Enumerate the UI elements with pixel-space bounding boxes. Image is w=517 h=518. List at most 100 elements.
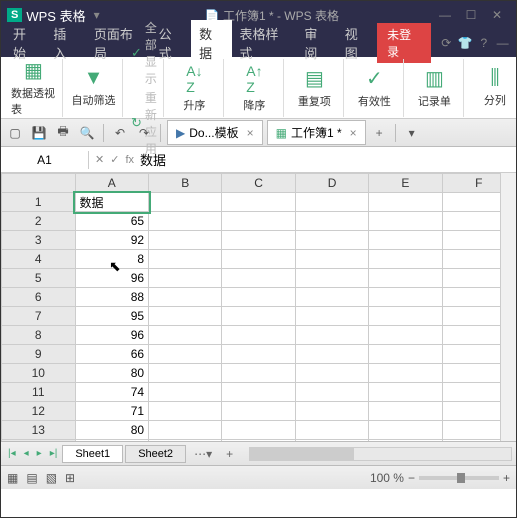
sheet-tab-1[interactable]: Sheet1 [62,445,123,463]
zoom-out-icon[interactable]: − [408,471,415,485]
maximize-icon[interactable]: ☐ [458,8,484,22]
sort-asc-button[interactable]: A↓Z 升序 [166,59,224,117]
doc-tab-template[interactable]: ▶Do...模板× [167,120,263,145]
cell[interactable] [295,421,368,440]
cell[interactable]: 80 [75,421,149,440]
cell[interactable] [149,345,222,364]
row-header[interactable]: 7 [2,307,76,326]
cell[interactable] [149,288,222,307]
undo-icon[interactable]: ↶ [110,123,130,143]
cell[interactable] [222,383,295,402]
login-button[interactable]: 未登录 [377,23,431,63]
cell[interactable] [222,440,295,442]
close-tab-icon[interactable]: × [247,126,254,140]
cell[interactable]: 80 [75,364,149,383]
close-icon[interactable]: ✕ [484,8,510,22]
cell[interactable] [149,364,222,383]
autofilter-button[interactable]: ▼ 自动筛选 [65,59,123,117]
add-sheet-button[interactable]: + [220,447,239,461]
cell[interactable]: 8 [75,250,149,269]
cell[interactable]: 66 [75,345,149,364]
cell[interactable] [369,212,442,231]
sort-desc-button[interactable]: A↑Z 降序 [226,59,284,117]
cell[interactable] [295,193,368,212]
cell[interactable] [149,250,222,269]
row-header[interactable]: 10 [2,364,76,383]
pivot-table-button[interactable]: ▦ 数据透视表 [5,59,63,117]
save-icon[interactable]: 💾 [29,123,49,143]
last-sheet-icon[interactable]: ▸| [47,448,61,459]
cell[interactable]: 数据 [75,193,149,212]
row-header[interactable]: 11 [2,383,76,402]
redo-icon[interactable]: ↷ [134,123,154,143]
cell[interactable] [149,326,222,345]
minimize-icon[interactable]: — [432,8,458,22]
cell[interactable] [149,193,222,212]
cell[interactable] [295,364,368,383]
col-header[interactable]: E [369,174,442,193]
cell[interactable] [295,212,368,231]
cell[interactable] [295,383,368,402]
row-header[interactable]: 6 [2,288,76,307]
cell[interactable] [369,383,442,402]
row-header[interactable]: 9 [2,345,76,364]
cell[interactable] [222,250,295,269]
add-tab-button[interactable]: + [370,124,389,142]
first-sheet-icon[interactable]: |◂ [5,448,19,459]
cell[interactable] [369,288,442,307]
cancel-icon[interactable]: ✕ [95,153,104,166]
col-header[interactable]: D [295,174,368,193]
cell[interactable] [369,250,442,269]
row-header[interactable]: 3 [2,231,76,250]
name-box[interactable]: A1 [1,151,89,169]
cell[interactable]: 95 [75,307,149,326]
select-all-corner[interactable] [2,174,76,193]
spreadsheet-grid[interactable]: A B C D E F 1数据2653924859668879589696610… [1,173,516,441]
cell[interactable] [295,440,368,442]
cell[interactable] [222,326,295,345]
formula-bar[interactable]: 数据 [140,150,166,169]
row-header[interactable]: 13 [2,421,76,440]
sheet-tab-2[interactable]: Sheet2 [125,445,186,463]
cell[interactable] [222,364,295,383]
cell[interactable] [369,307,442,326]
cell[interactable] [222,402,295,421]
duplicates-button[interactable]: ▤ 重复项 [286,59,344,117]
row-header[interactable]: 12 [2,402,76,421]
cell[interactable] [369,421,442,440]
cell[interactable] [222,421,295,440]
new-icon[interactable]: ▢ [5,123,25,143]
view-reading-icon[interactable]: ⊞ [65,471,75,485]
tab-list-icon[interactable]: ▾ [402,123,422,143]
cell[interactable] [295,231,368,250]
skin-icon[interactable]: 👕 [456,36,475,50]
form-button[interactable]: ▥ 记录单 [406,59,464,117]
cell[interactable] [295,288,368,307]
doc-tab-workbook[interactable]: ▦工作簿1 *× [267,120,366,145]
cell[interactable]: 74 [75,383,149,402]
zoom-label[interactable]: 100 % [370,471,404,485]
cell[interactable] [369,440,442,442]
sync-icon[interactable]: ⟳ [437,36,456,50]
cell[interactable]: 65 [75,212,149,231]
cell[interactable] [222,307,295,326]
row-header[interactable]: 8 [2,326,76,345]
validity-button[interactable]: ✓ 有效性 [346,59,404,117]
prev-sheet-icon[interactable]: ◂ [21,448,32,459]
preview-icon[interactable]: 🔍 [77,123,97,143]
next-sheet-icon[interactable]: ▸ [34,448,45,459]
row-header[interactable]: 4 [2,250,76,269]
cell[interactable] [369,231,442,250]
cell[interactable] [295,269,368,288]
col-header[interactable]: B [149,174,222,193]
cell[interactable] [295,307,368,326]
view-normal-icon[interactable]: ▦ [7,471,18,485]
cell[interactable] [369,269,442,288]
cell[interactable] [222,212,295,231]
cell[interactable] [222,288,295,307]
text-to-columns-button[interactable]: ⫼ 分列 [466,59,517,117]
cell[interactable]: 88 [75,288,149,307]
cell[interactable] [222,231,295,250]
zoom-slider[interactable] [419,476,499,480]
cell[interactable]: 71 [75,402,149,421]
